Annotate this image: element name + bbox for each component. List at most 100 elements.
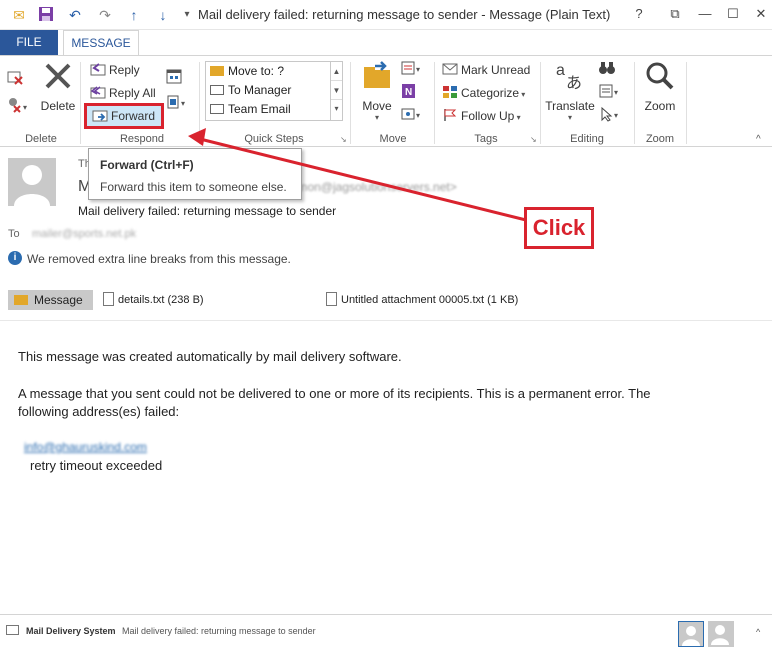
- attachment-message-label: Message: [34, 293, 83, 307]
- svg-text:a: a: [556, 62, 565, 79]
- select-button[interactable]: ▾: [598, 106, 624, 126]
- delete-label: Delete: [40, 99, 76, 113]
- status-subject: Mail delivery failed: returning message …: [122, 626, 316, 636]
- expand-people-pane-icon[interactable]: ^: [756, 627, 760, 637]
- maximize-button[interactable]: ☐: [722, 4, 744, 24]
- onenote-icon: N: [402, 84, 415, 98]
- person-icon: [711, 625, 729, 645]
- related-icon: ▾: [599, 84, 618, 98]
- close-button[interactable]: ✕: [750, 4, 772, 24]
- people-avatar[interactable]: [678, 621, 704, 647]
- flag-icon: [444, 109, 457, 121]
- envelope-arrow-icon: [210, 104, 224, 114]
- collapse-ribbon-icon[interactable]: ^: [756, 134, 761, 145]
- forward-button[interactable]: Forward: [92, 106, 155, 126]
- delete-button[interactable]: Delete: [38, 60, 78, 113]
- quick-step-label: To Manager: [228, 83, 292, 97]
- actions-button[interactable]: ▾: [400, 106, 426, 126]
- quick-step-team-email[interactable]: Team Email: [210, 100, 291, 119]
- quick-steps-scroll[interactable]: ▲ ▼ ▾: [330, 62, 342, 120]
- to-recipient[interactable]: mailer@sports.net.pk: [32, 228, 136, 240]
- group-zoom-label: Zoom: [645, 133, 675, 145]
- svg-text:▾: ▾: [416, 111, 420, 120]
- translate-button[interactable]: aあ Translate ▾: [544, 60, 596, 122]
- group-respond-label: Respond: [119, 133, 165, 145]
- reply-icon: [90, 63, 106, 76]
- dialog-launcher-icon[interactable]: ↘: [530, 135, 537, 144]
- undo-icon[interactable]: ↶: [66, 6, 84, 24]
- ribbon-display-button[interactable]: ⧉: [664, 4, 686, 24]
- redo-icon[interactable]: ↷: [96, 6, 114, 24]
- people-avatar[interactable]: [708, 621, 734, 647]
- zoom-button[interactable]: Zoom: [640, 60, 680, 113]
- quick-step-to-manager[interactable]: To Manager: [210, 81, 291, 100]
- cursor-icon: ▾: [601, 106, 618, 122]
- info-icon: i: [8, 251, 22, 265]
- status-sender: Mail Delivery System: [26, 626, 116, 636]
- categorize-button[interactable]: Categorize ▾: [442, 83, 525, 103]
- reply-button[interactable]: Reply: [90, 60, 140, 80]
- quick-step-label: Team Email: [228, 102, 291, 116]
- group-separator: [634, 62, 635, 144]
- group-separator: [540, 62, 541, 144]
- follow-up-label: Follow Up: [461, 109, 515, 123]
- group-separator: [80, 62, 81, 144]
- actions-icon: ▾: [401, 108, 420, 120]
- related-button[interactable]: ▾: [598, 83, 624, 103]
- binoculars-icon: [599, 62, 615, 74]
- up-arrow-icon[interactable]: ↑: [125, 6, 143, 24]
- dialog-launcher-icon[interactable]: ↘: [340, 135, 347, 144]
- ribbon-tabs: FILE MESSAGE: [0, 30, 772, 56]
- divider: [0, 320, 772, 321]
- scroll-down-icon[interactable]: ▼: [331, 81, 342, 100]
- customize-toolbar-icon[interactable]: ▾: [178, 6, 196, 24]
- meeting-button[interactable]: [166, 68, 182, 88]
- translate-label: Translate: [545, 99, 595, 113]
- ignore-button[interactable]: [6, 68, 26, 88]
- failed-address-link[interactable]: info@ghauruskind.com: [24, 440, 147, 454]
- move-button[interactable]: Move ▾: [356, 60, 398, 122]
- info-bar-text[interactable]: We removed extra line breaks from this m…: [27, 252, 291, 266]
- sender-email: non@jagsolutionservers.net>: [300, 180, 457, 194]
- expand-gallery-icon[interactable]: ▾: [331, 100, 342, 118]
- quick-step-move-to[interactable]: Move to: ?: [210, 62, 284, 81]
- mark-unread-label: Mark Unread: [461, 63, 531, 77]
- find-button[interactable]: [598, 60, 616, 80]
- group-delete-label: Delete: [25, 133, 57, 145]
- onenote-button[interactable]: N: [400, 83, 418, 103]
- ribbon: ▾ Delete Delete Reply Reply All Forward …: [0, 55, 772, 147]
- tooltip-title: Forward (Ctrl+F): [100, 158, 194, 172]
- reply-all-button[interactable]: Reply All: [90, 83, 156, 103]
- title-bar: ✉ ↶ ↷ ↑ ↓ ▾ Mail delivery failed: return…: [0, 0, 772, 30]
- svg-text:▾: ▾: [614, 111, 618, 120]
- attachment-untitled[interactable]: Untitled attachment 00005.txt (1 KB): [326, 290, 518, 310]
- person-silhouette-icon: [14, 165, 50, 206]
- junk-button[interactable]: ▾: [6, 96, 36, 116]
- svg-text:▾: ▾: [23, 103, 27, 112]
- categorize-label: Categorize: [461, 86, 520, 100]
- scroll-up-icon[interactable]: ▲: [331, 62, 342, 81]
- down-arrow-icon[interactable]: ↓: [154, 6, 172, 24]
- mark-unread-button[interactable]: Mark Unread: [442, 60, 530, 80]
- minimize-button[interactable]: —: [694, 4, 716, 24]
- move-dropdown-icon: ▾: [374, 113, 379, 122]
- reply-all-icon: [90, 86, 106, 99]
- group-separator: [434, 62, 435, 144]
- person-icon: [682, 626, 700, 646]
- body-line: This message was created automatically b…: [18, 349, 402, 364]
- follow-up-button[interactable]: Follow Up ▾: [442, 106, 521, 126]
- attachment-message-tab[interactable]: Message: [8, 290, 93, 310]
- envelope-icon: [442, 63, 458, 75]
- save-icon[interactable]: [37, 6, 55, 24]
- svg-text:▾: ▾: [416, 65, 420, 74]
- attachment-details[interactable]: details.txt (238 B): [103, 290, 204, 310]
- im-button[interactable]: ▾: [166, 94, 192, 114]
- help-button[interactable]: ?: [628, 4, 650, 24]
- more-respond-icon: ▾: [167, 95, 185, 109]
- group-separator: [199, 62, 200, 144]
- tab-file[interactable]: FILE: [0, 30, 58, 55]
- reply-label: Reply: [109, 63, 140, 77]
- rules-button[interactable]: ▾: [400, 60, 426, 80]
- envelope-arrow-icon: [210, 85, 224, 95]
- tab-message[interactable]: MESSAGE: [63, 30, 139, 56]
